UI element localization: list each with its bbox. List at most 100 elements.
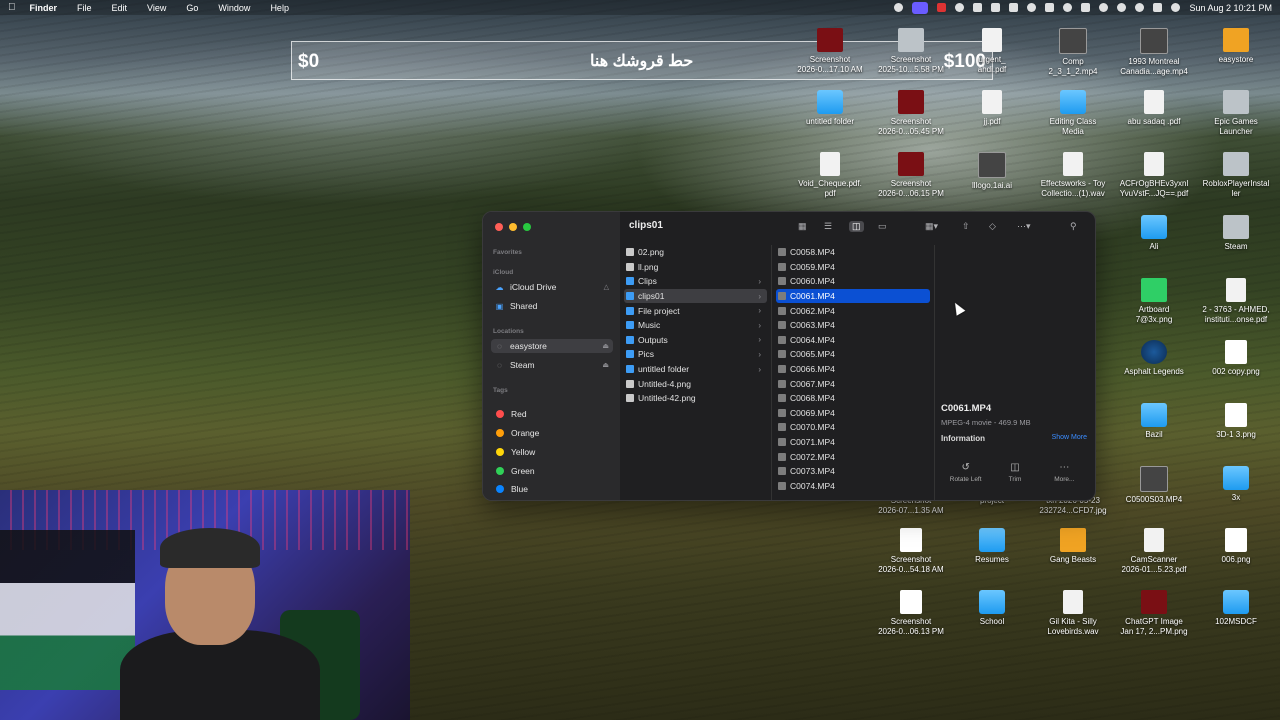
share-icon[interactable]: ⇧ — [962, 221, 970, 232]
desktop-icon[interactable]: Artboard 7@3x.png — [1114, 278, 1194, 325]
desktop-icon[interactable]: urgent_ ahdi.pdf — [952, 28, 1032, 75]
sidebar-item-tag-red[interactable]: Red — [491, 407, 613, 421]
screen-record-icon[interactable] — [912, 1, 929, 14]
more-button[interactable]: ⋯ More... — [1040, 462, 1089, 483]
list-item[interactable]: untitled folder › — [624, 362, 767, 377]
desktop-icon[interactable]: 102MSDCF — [1196, 590, 1276, 627]
apple-icon[interactable]:  — [8, 2, 16, 13]
rotate-left-button[interactable]: ↺ Rotate Left — [941, 462, 990, 483]
list-item[interactable]: C0065.MP4 — [776, 347, 930, 362]
list-item[interactable]: C0073.MP4 — [776, 464, 930, 479]
desktop-icon[interactable]: School — [952, 590, 1032, 627]
list-item[interactable]: C0063.MP4 — [776, 318, 930, 333]
status-app-icon[interactable] — [955, 3, 965, 12]
desktop-icon[interactable]: Screenshot 2026-0...54.18 AM — [871, 528, 951, 575]
list-item[interactable]: C0072.MP4 — [776, 449, 930, 464]
desktop-icon[interactable]: ChatGPT Image Jan 17, 2...PM.png — [1114, 590, 1194, 637]
list-item[interactable]: C0069.MP4 — [776, 406, 930, 421]
input-source-icon[interactable] — [1081, 3, 1091, 12]
siri-icon[interactable] — [1171, 3, 1181, 12]
sidebar-item-tag-orange[interactable]: Orange — [491, 426, 613, 440]
list-view-icon[interactable]: ☰ — [824, 221, 832, 232]
desktop-icon[interactable]: Ali — [1114, 215, 1194, 252]
group-icon[interactable]: ▦▾ — [925, 221, 938, 232]
menu-go[interactable]: Go — [186, 3, 198, 13]
tag-icon[interactable]: ◇ — [989, 221, 996, 232]
trim-button[interactable]: ◫ Trim — [990, 462, 1039, 483]
bluetooth-icon[interactable] — [1045, 3, 1055, 12]
sidebar-item-tag-yellow[interactable]: Yellow — [491, 445, 613, 459]
desktop-icon[interactable]: 1993 Montreal Canadia...age.mp4 — [1114, 28, 1194, 77]
list-item[interactable]: C0070.MP4 — [776, 420, 930, 435]
play-icon[interactable] — [1063, 3, 1073, 12]
desktop-icon[interactable]: 002 copy.png — [1196, 340, 1276, 377]
desktop-icon[interactable]: abu sadaq .pdf — [1114, 90, 1194, 127]
menu-app-name[interactable]: Finder — [30, 3, 58, 13]
close-button[interactable] — [495, 223, 503, 231]
list-item[interactable]: C0060.MP4 — [776, 274, 930, 289]
sidebar-item-steam[interactable]: ◌ Steam ⏏ — [491, 358, 613, 372]
list-item[interactable]: Music › — [624, 318, 767, 333]
status-app-2-icon[interactable] — [973, 3, 983, 12]
desktop-icon[interactable]: 3D-1 3.png — [1196, 403, 1276, 440]
menu-file[interactable]: File — [77, 3, 92, 13]
minimize-button[interactable] — [509, 223, 517, 231]
list-item[interactable]: C0059.MP4 — [776, 260, 930, 275]
desktop-icon[interactable]: Screenshot 2025-10...5.58 PM — [871, 28, 951, 75]
desktop-icon[interactable]: RobloxPlayerInstal ler — [1196, 152, 1276, 199]
desktop-icon[interactable]: Screenshot 2026-0...06.15 PM — [871, 152, 951, 199]
airdrop-icon[interactable] — [1027, 3, 1037, 12]
desktop-icon[interactable]: Screenshot 2026-0...06.13 PM — [871, 590, 951, 637]
eject-icon[interactable]: ⏏ — [602, 361, 609, 369]
desktop-icon[interactable]: Effectsworks - Toy Collectio...(1).wav — [1033, 152, 1113, 199]
icon-view-icon[interactable]: ▦ — [798, 221, 807, 232]
show-more-link[interactable]: Show More — [1052, 434, 1087, 441]
list-item[interactable]: Outputs › — [624, 333, 767, 348]
menu-help[interactable]: Help — [270, 3, 289, 13]
desktop-icon[interactable]: Editing Class Media — [1033, 90, 1113, 137]
list-item[interactable]: Untitled-4.png — [624, 376, 767, 391]
record-icon[interactable] — [937, 3, 947, 12]
gallery-view-icon[interactable]: ▭ — [878, 221, 887, 232]
desktop-icon[interactable]: easystore — [1196, 28, 1276, 65]
list-item[interactable]: C0068.MP4 — [776, 391, 930, 406]
menu-edit[interactable]: Edit — [112, 3, 128, 13]
list-item[interactable]: C0067.MP4 — [776, 376, 930, 391]
sidebar-item-shared[interactable]: ▣ Shared — [491, 299, 613, 313]
control-center-icon[interactable] — [1153, 3, 1163, 12]
desktop-icon[interactable]: Void_Cheque.pdf. pdf — [790, 152, 870, 199]
menu-view[interactable]: View — [147, 3, 166, 13]
wifi-icon[interactable] — [1117, 3, 1127, 12]
list-item[interactable]: ll.png — [624, 260, 767, 275]
desktop-icon[interactable]: Comp 2_3_1_2.mp4 — [1033, 28, 1113, 77]
desktop-icon[interactable]: CamScanner 2026-01...5.23.pdf — [1114, 528, 1194, 575]
desktop-icon[interactable]: Asphalt Legends — [1114, 340, 1194, 377]
eject-icon[interactable]: ⏏ — [602, 342, 609, 350]
column-view-icon[interactable]: ◫ — [849, 221, 864, 232]
sidebar-item-easystore[interactable]: ◌ easystore ⏏ — [491, 339, 613, 353]
list-item[interactable]: clips01 › — [624, 288, 767, 304]
sidebar-item-tag-green[interactable]: Green — [491, 464, 613, 478]
more-actions-icon[interactable]: ⋯▾ — [1017, 221, 1031, 232]
desktop-icon[interactable]: Gang Beasts — [1033, 528, 1113, 565]
list-item[interactable]: Pics › — [624, 347, 767, 362]
desktop-icon[interactable]: Bazil — [1114, 403, 1194, 440]
menu-clock[interactable]: Sun Aug 2 10:21 PM — [1189, 3, 1272, 13]
desktop-icon[interactable]: ACFrOgBHEv3yxnl YvuVstF...JQ==.pdf — [1114, 152, 1194, 199]
desktop-icon[interactable]: untitled folder — [790, 90, 870, 127]
zoom-button[interactable] — [523, 223, 531, 231]
desktop-icon[interactable]: C0500S03.MP4 — [1114, 466, 1194, 505]
desktop-icon[interactable]: lllogo.1ai.ai — [952, 152, 1032, 191]
desktop-icon[interactable]: Resumes — [952, 528, 1032, 565]
desktop-icon[interactable]: 3x — [1196, 466, 1276, 503]
desktop-icon[interactable]: jj.pdf — [952, 90, 1032, 127]
sidebar-item-icloud-drive[interactable]: ☁ iCloud Drive △ — [491, 280, 613, 294]
list-item[interactable]: Untitled-42.png — [624, 391, 767, 406]
menu-window[interactable]: Window — [218, 3, 250, 13]
list-item[interactable]: C0074.MP4 — [776, 479, 930, 494]
list-item[interactable]: C0071.MP4 — [776, 435, 930, 450]
list-item[interactable]: File project › — [624, 303, 767, 318]
desktop-icon[interactable]: 006.png — [1196, 528, 1276, 565]
list-item[interactable]: C0058.MP4 — [776, 245, 930, 260]
desktop-icon[interactable]: 2 - 3763 - AHMED, instituti...onse.pdf — [1196, 278, 1276, 325]
